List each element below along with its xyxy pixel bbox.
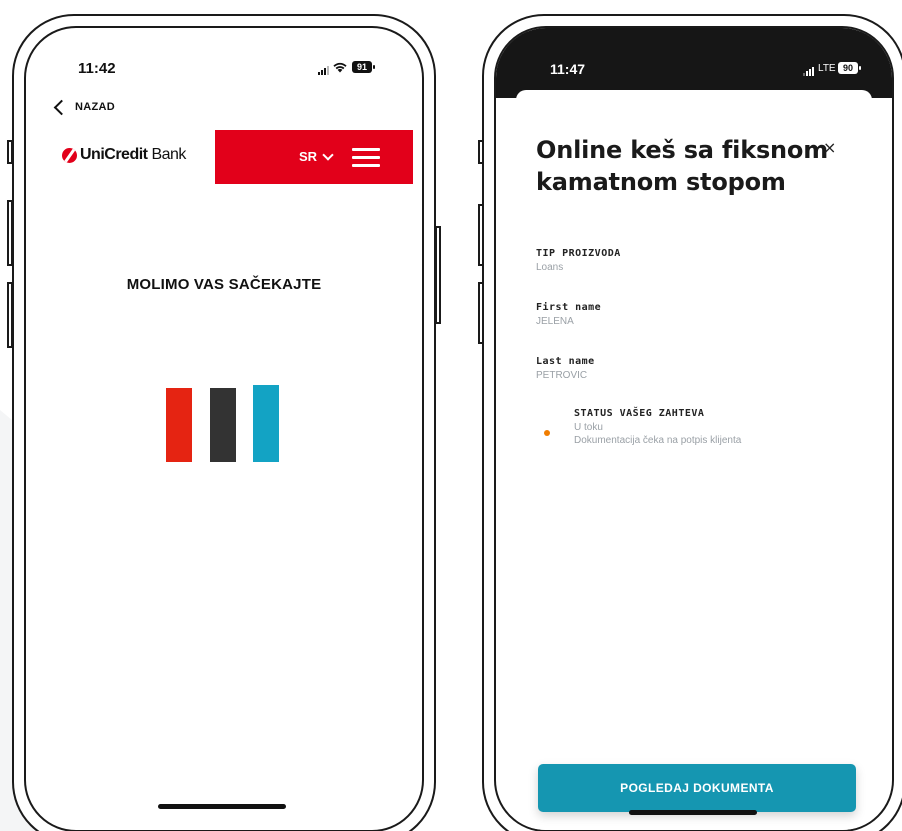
phone-right: 11:47 LTE 90 Online keš sa fiksnom kamat… [482, 14, 902, 831]
brand-name-bold: UniCredit [80, 146, 148, 163]
language-selector[interactable]: SR [299, 148, 334, 164]
menu-button[interactable] [352, 147, 380, 167]
loader-bar-dark [210, 388, 236, 462]
product-type-value: Loans [536, 262, 564, 273]
request-status-label: STATUS VAŠEG ZAHTEVA [574, 408, 705, 419]
status-time: 11:42 [78, 60, 116, 77]
first-name-value: JELENA [536, 316, 574, 327]
phone-left: 11:42 91 NAZAD UniCredit Bank SR MOLIMO … [12, 14, 436, 831]
battery-icon: 91 [352, 61, 375, 73]
first-name-label: First name [536, 302, 602, 313]
brand-name: UniCredit Bank [80, 146, 186, 164]
application-status-sheet: Online keš sa fiksnom kamatnom stopom × … [516, 90, 872, 830]
signal-icon [318, 66, 329, 75]
back-label: NAZAD [75, 101, 115, 113]
request-status-value: U toku [574, 422, 603, 433]
home-indicator[interactable] [158, 804, 286, 809]
wait-message: MOLIMO VAS SAČEKAJTE [126, 276, 322, 293]
phone-right-screen: 11:47 LTE 90 Online keš sa fiksnom kamat… [494, 26, 894, 831]
phone-left-screen: 11:42 91 NAZAD UniCredit Bank SR MOLIMO … [24, 26, 424, 831]
view-documents-button[interactable]: POGLEDAJ DOKUMENTA [538, 764, 856, 812]
hamburger-icon-line [352, 156, 380, 159]
product-type-label: TIP PROIZVODA [536, 248, 621, 259]
wifi-icon [333, 62, 347, 73]
status-time: 11:47 [550, 61, 586, 77]
back-button[interactable]: NAZAD [53, 99, 115, 115]
chevron-down-icon [322, 148, 334, 161]
status-dot [544, 430, 550, 436]
status-bar: 11:47 LTE 90 [496, 28, 892, 98]
hamburger-icon-line [352, 164, 380, 167]
status-bar: 11:42 91 [26, 28, 422, 88]
network-label: LTE [818, 63, 836, 74]
last-name-value: PETROVIC [536, 370, 588, 381]
header-bar: SR [215, 130, 413, 184]
hamburger-icon-line [352, 148, 380, 151]
battery-icon: 90 [838, 62, 861, 74]
signal-icon [803, 67, 814, 76]
request-status-description: Dokumentacija čeka na potpis klijenta [574, 435, 742, 446]
close-icon[interactable]: × [823, 138, 836, 157]
home-indicator[interactable] [629, 810, 757, 815]
loader-bar-teal [253, 385, 279, 462]
brand-name-regular: Bank [147, 146, 186, 163]
loader-bar-red [166, 388, 192, 462]
stage: 11:42 91 NAZAD UniCredit Bank SR MOLIMO … [0, 0, 902, 831]
sheet-title: Online keš sa fiksnom kamatnom stopom [536, 136, 829, 196]
last-name-label: Last name [536, 356, 595, 367]
chevron-left-icon [53, 99, 70, 115]
unicredit-logo: UniCredit Bank [62, 146, 186, 164]
unicredit-logo-icon [62, 147, 77, 163]
language-label: SR [299, 149, 318, 164]
